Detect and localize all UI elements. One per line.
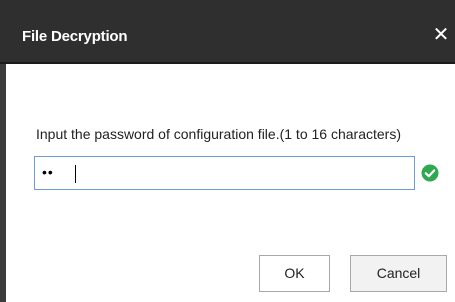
dialog-title: File Decryption (22, 28, 128, 45)
close-icon[interactable]: ✕ (430, 24, 452, 46)
text-caret (75, 165, 76, 183)
ok-button[interactable]: OK (259, 255, 330, 292)
cancel-button[interactable]: Cancel (350, 255, 447, 292)
file-decryption-dialog: File Decryption ✕ Input the password of … (0, 0, 455, 302)
check-circle-icon (421, 164, 439, 182)
title-bar-divider (0, 62, 455, 64)
password-masked-value: •• (42, 164, 54, 180)
password-input[interactable]: •• (34, 156, 415, 190)
dialog-title-bar: File Decryption ✕ (0, 0, 455, 62)
window-left-edge (0, 64, 6, 302)
password-prompt-label: Input the password of configuration file… (36, 126, 401, 142)
